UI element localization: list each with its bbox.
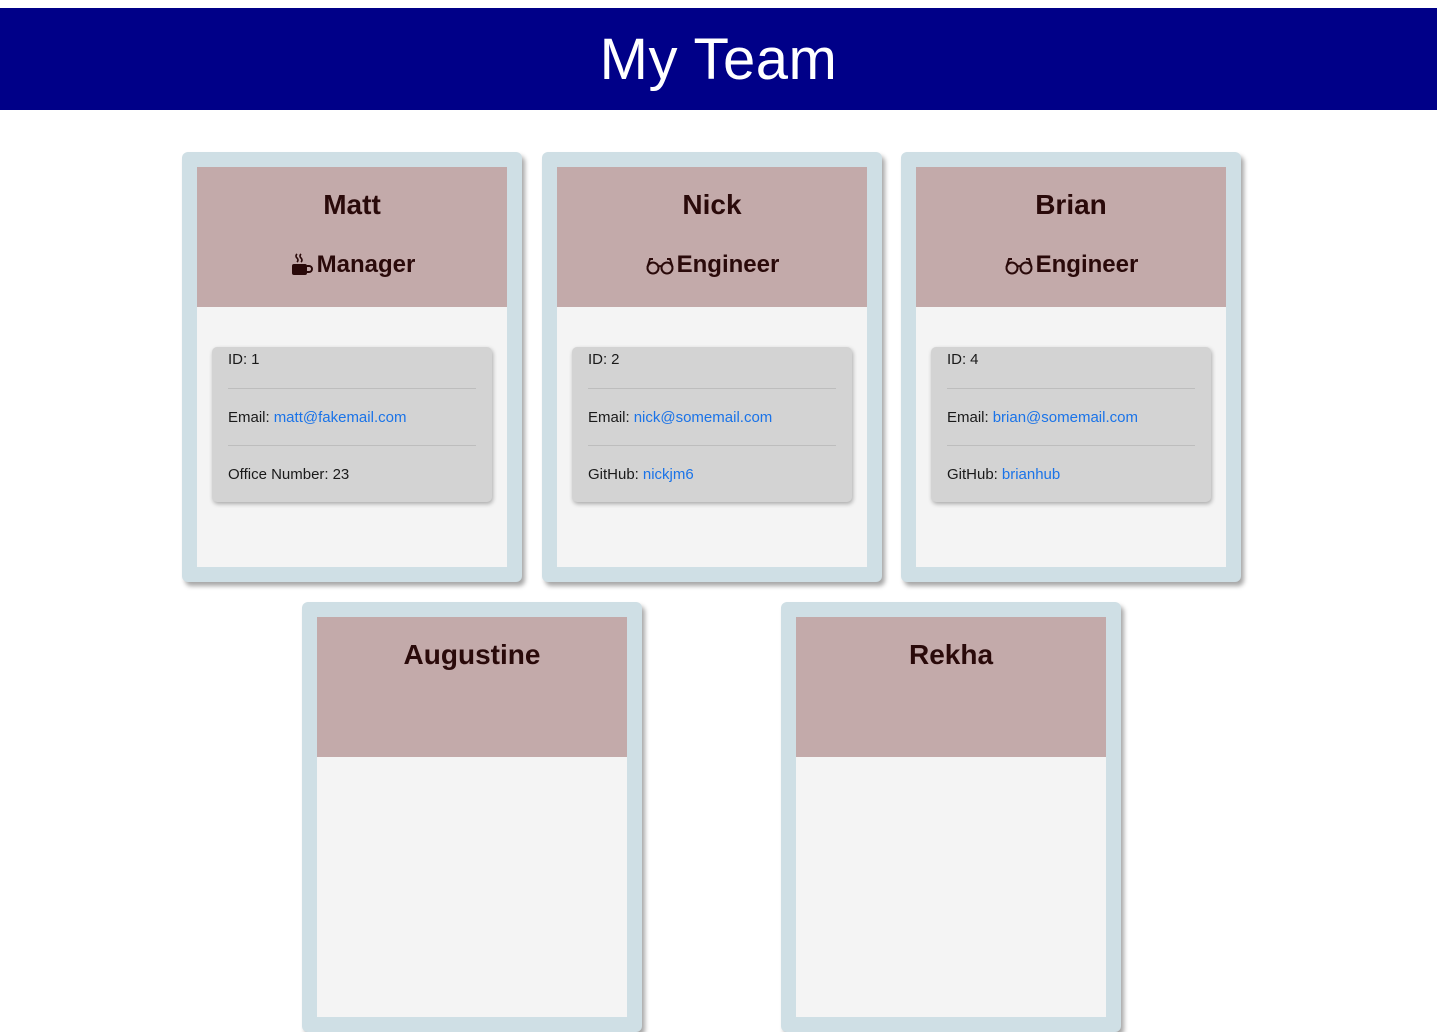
coffee-icon [289, 252, 315, 278]
email-row: Email: matt@fakemail.com [228, 389, 476, 446]
page-header: My Team [0, 8, 1437, 110]
id-value: 2 [611, 351, 620, 368]
id-row: ID: 2 [588, 347, 836, 389]
card-header: Rekha [796, 617, 1106, 757]
office-number-value: 23 [332, 466, 350, 483]
card-header: Matt Manager [197, 167, 507, 307]
card-header: Brian Engineer [916, 167, 1226, 307]
employee-name: Augustine [403, 639, 541, 670]
office-number-label: Office Number: [228, 466, 329, 483]
card-body: Augustine [317, 617, 627, 1017]
id-label: ID: [947, 351, 967, 368]
card-header: Nick Engineer [557, 167, 867, 307]
employee-card-matt: Matt Manager ID: 1 Email: matt@fakemail.… [182, 152, 522, 582]
role-label: Engineer [676, 251, 780, 278]
employee-role: Engineer [916, 251, 1226, 279]
email-row: Email: brian@somemail.com [947, 389, 1195, 446]
info-list: ID: 2 Email: nick@somemail.com GitHub: n… [572, 347, 852, 502]
id-label: ID: [588, 351, 608, 368]
email-label: Email: [228, 408, 270, 426]
github-label: GitHub: [947, 466, 998, 483]
role-label: Engineer [1035, 251, 1139, 278]
employee-role: Engineer [557, 251, 867, 279]
card-body: Rekha [796, 617, 1106, 1017]
github-label: GitHub: [588, 466, 639, 483]
github-row: GitHub: brianhub [947, 446, 1195, 503]
card-body: Brian Engineer ID: 4 Email: brian@somema… [916, 167, 1226, 567]
employee-card-brian: Brian Engineer ID: 4 Email: brian@somema… [901, 152, 1241, 582]
email-link[interactable]: matt@fakemail.com [274, 409, 407, 426]
email-link[interactable]: nick@somemail.com [634, 409, 773, 426]
employee-card-augustine: Augustine [302, 602, 642, 1032]
id-row: ID: 4 [947, 347, 1195, 389]
id-row: ID: 1 [228, 347, 476, 389]
employee-card-rekha: Rekha [781, 602, 1121, 1032]
info-list: ID: 4 Email: brian@somemail.com GitHub: … [931, 347, 1211, 502]
office-number-row: Office Number: 23 [228, 446, 476, 503]
id-value: 4 [970, 351, 979, 368]
github-row: GitHub: nickjm6 [588, 446, 836, 503]
employee-name: Rekha [908, 639, 994, 670]
card-body: Nick Engineer ID: 2 Email: nick@somemail… [557, 167, 867, 567]
glasses-icon [1004, 254, 1034, 276]
employee-name: Brian [1035, 189, 1107, 220]
email-row: Email: nick@somemail.com [588, 389, 836, 446]
id-value: 1 [251, 351, 260, 368]
glasses-icon [645, 254, 675, 276]
page-title: My Team [599, 26, 838, 92]
id-label: ID: [228, 351, 248, 368]
github-link[interactable]: nickjm6 [643, 466, 694, 483]
employee-role: Manager [197, 251, 507, 279]
email-label: Email: [947, 408, 989, 426]
employee-name: Matt [323, 189, 381, 220]
card-header: Augustine [317, 617, 627, 757]
role-label: Manager [316, 251, 416, 278]
employee-name: Nick [682, 189, 742, 220]
github-link[interactable]: brianhub [1002, 466, 1060, 483]
email-label: Email: [588, 408, 630, 426]
employee-card-nick: Nick Engineer ID: 2 Email: nick@somemail… [542, 152, 882, 582]
info-list: ID: 1 Email: matt@fakemail.com Office Nu… [212, 347, 492, 502]
card-body: Matt Manager ID: 1 Email: matt@fakemail.… [197, 167, 507, 567]
email-link[interactable]: brian@somemail.com [993, 409, 1138, 426]
